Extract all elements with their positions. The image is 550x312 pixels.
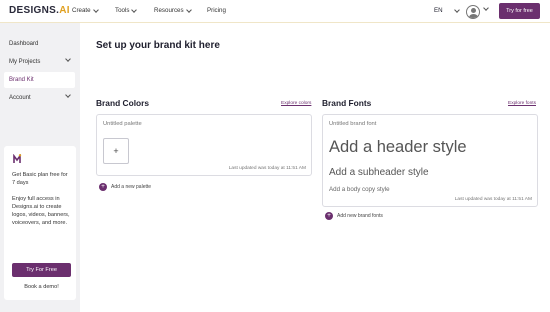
top-bar: DESIGNS.AI Create Tools Resources Pricin… (0, 0, 550, 23)
add-brand-fonts-label: Add new brand fonts (337, 213, 383, 219)
chevron-down-icon (453, 6, 460, 13)
palette-card[interactable]: Untitled palette + Last updated was toda… (96, 114, 312, 176)
brand-font-name[interactable]: Untitled brand font (329, 121, 376, 127)
sidebar-item-label: My Projects (9, 59, 41, 65)
avatar[interactable] (466, 5, 480, 19)
logo-text: DESIGNS. (9, 5, 60, 16)
add-palette-button[interactable]: + Add a new palette (99, 183, 151, 191)
explore-colors-link[interactable]: Explore colors (281, 101, 311, 106)
promo-card: Get Basic plan free for 7 days Enjoy ful… (4, 146, 76, 300)
sidebar-item-dashboard[interactable]: Dashboard (0, 36, 80, 52)
explore-fonts-link[interactable]: Explore fonts (508, 101, 536, 106)
user-icon-head (471, 8, 476, 13)
sidebar-item-label: Brand Kit (9, 77, 34, 83)
page-title: Set up your brand kit here (96, 40, 220, 51)
plus-circle-icon: + (99, 183, 107, 191)
language-selector[interactable]: EN (434, 6, 460, 14)
chevron-down-icon (131, 6, 138, 13)
nav-create-label: Create (72, 7, 91, 14)
nav-resources-label: Resources (154, 7, 184, 14)
plus-icon: + (113, 146, 119, 156)
palette-updated-text: Last updated was today at 11:51 AM (228, 166, 306, 171)
sidebar-item-label: Account (9, 95, 31, 101)
language-label: EN (434, 7, 443, 14)
body-style-field[interactable]: Add a body copy style (329, 186, 390, 193)
palette-name[interactable]: Untitled palette (103, 121, 142, 127)
subheader-style-field[interactable]: Add a subheader style (329, 167, 429, 178)
chevron-down-icon (65, 56, 71, 62)
designs-ai-logo[interactable]: DESIGNS.AI (9, 5, 70, 16)
logo-accent: AI (59, 5, 70, 16)
nav-resources[interactable]: Resources (154, 6, 192, 14)
brand-fonts-title: Brand Fonts (322, 98, 372, 108)
font-updated-text: Last updated was today at 11:51 AM (454, 197, 532, 202)
nav-tools[interactable]: Tools (115, 6, 138, 14)
brand-colors-title: Brand Colors (96, 98, 150, 108)
plus-circle-icon: + (325, 212, 333, 220)
nav-tools-label: Tools (115, 7, 130, 14)
brand-font-card[interactable]: Untitled brand font Add a header style A… (322, 114, 538, 207)
sidebar-item-account[interactable]: Account (0, 90, 80, 106)
chevron-down-icon[interactable] (483, 5, 489, 11)
nav-create[interactable]: Create (72, 6, 99, 14)
add-brand-fonts-button[interactable]: + Add new brand fonts (325, 212, 383, 220)
try-for-free-promo-button[interactable]: Try For Free (12, 263, 71, 277)
chevron-down-icon (65, 92, 71, 98)
sidebar-item-label: Dashboard (9, 41, 39, 47)
chevron-down-icon (92, 6, 99, 13)
promo-title: Get Basic plan free for 7 days (12, 172, 68, 186)
designs-ai-mark-icon (13, 153, 22, 166)
chevron-down-icon (185, 6, 192, 13)
nav-pricing-label: Pricing (207, 7, 226, 14)
sidebar-item-my-projects[interactable]: My Projects (0, 54, 80, 70)
promo-text: Enjoy full access in Designs.ai to creat… (12, 196, 70, 226)
sidebar-item-brand-kit[interactable]: Brand Kit (4, 72, 75, 88)
add-color-button[interactable]: + (103, 138, 129, 164)
header-style-field[interactable]: Add a header style (329, 138, 467, 157)
sidebar: Dashboard My Projects Brand Kit Account … (0, 23, 80, 312)
user-icon-body (469, 14, 478, 18)
try-for-free-button[interactable]: Try for free (499, 3, 540, 19)
add-palette-label: Add a new palette (111, 184, 152, 190)
nav-pricing[interactable]: Pricing (207, 7, 226, 14)
book-demo-link[interactable]: Book a demo! (12, 284, 71, 290)
